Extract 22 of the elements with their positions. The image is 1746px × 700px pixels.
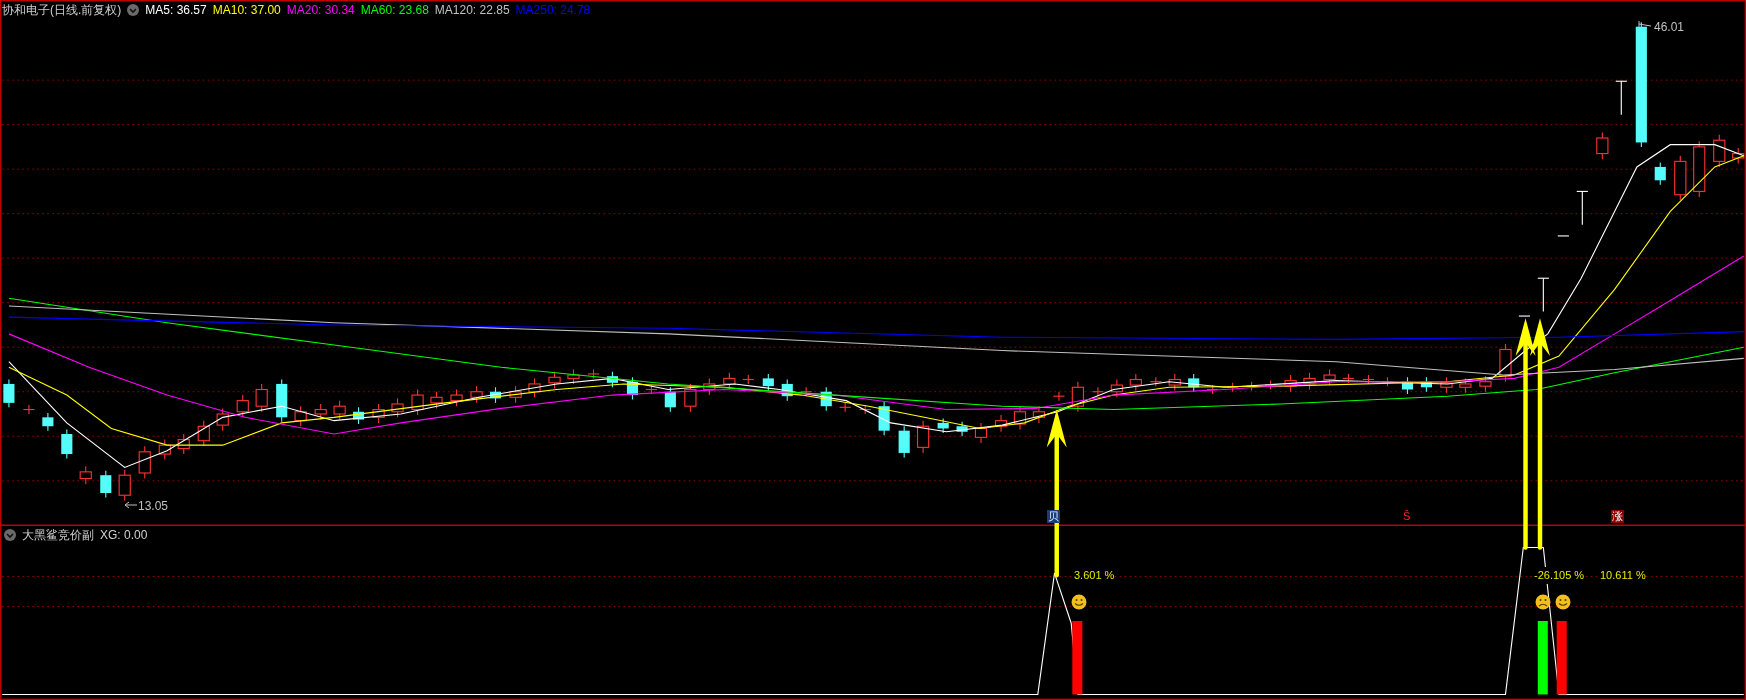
signal-marker: 涨 bbox=[1611, 510, 1624, 523]
chevron-down-icon[interactable] bbox=[127, 4, 140, 16]
price-label: 46.01 bbox=[1654, 19, 1685, 36]
indicator-label: MA5: 36.57 bbox=[145, 2, 207, 18]
percent-label: -26.105 % bbox=[1534, 567, 1585, 584]
signal-marker: 贝 bbox=[1047, 510, 1060, 523]
signal-marker: Ŝ bbox=[1402, 510, 1412, 523]
smiley-face-icon bbox=[1071, 594, 1087, 610]
pointer-arrow-icon bbox=[1638, 20, 1652, 30]
chevron-down-icon[interactable] bbox=[4, 529, 16, 541]
indicator-value: XG: 0.00 bbox=[100, 527, 148, 543]
frowning-face-icon bbox=[1535, 594, 1551, 610]
panel-title: 大黑鲨竞价副 bbox=[22, 527, 94, 543]
price-label: 13.05 bbox=[138, 498, 169, 515]
indicator-label: MA120: 22.85 bbox=[434, 2, 510, 18]
pointer-arrow-icon bbox=[124, 500, 138, 510]
indicator-label: MA10: 37.00 bbox=[212, 2, 281, 18]
chart-title: 协和电子(日线.前复权) bbox=[2, 2, 122, 18]
indicator-label: MA60: 23.68 bbox=[360, 2, 429, 18]
smiley-face-icon bbox=[1555, 594, 1571, 610]
indicator-label: MA250: 24.78 bbox=[515, 2, 591, 18]
indicator-label: MA20: 30.34 bbox=[286, 2, 355, 18]
